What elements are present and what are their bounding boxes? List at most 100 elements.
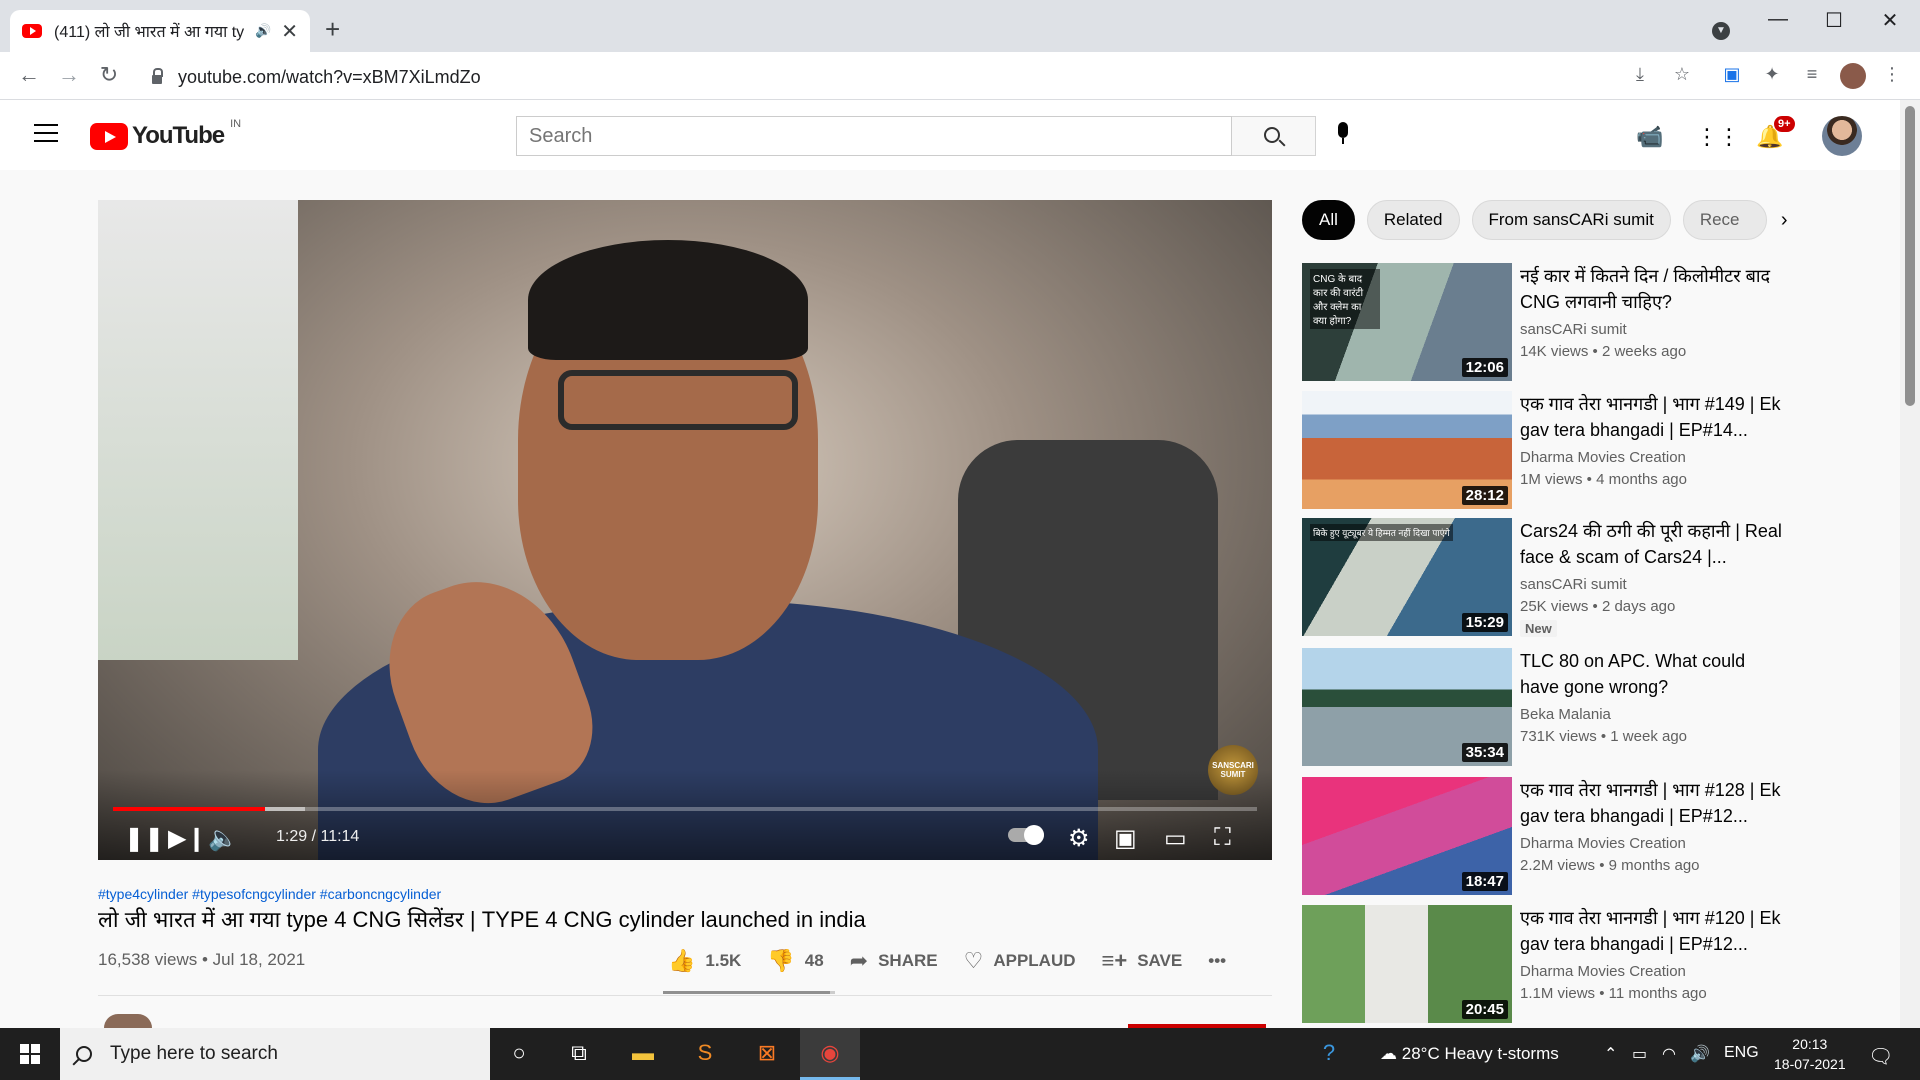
page-scrollbar[interactable]: [1900, 100, 1920, 1028]
install-app-icon[interactable]: ⤓: [1628, 64, 1652, 88]
apps-grid-icon[interactable]: ⋮⋮: [1696, 124, 1740, 150]
recommendation-item[interactable]: बिके हुए यूट्यूबर ये हिम्मत नहीं दिखा पा…: [1302, 518, 1782, 637]
theater-mode-icon[interactable]: ▭: [1164, 824, 1187, 853]
menu-hamburger-icon[interactable]: [34, 124, 58, 142]
applaud-button[interactable]: ♡ APPLAUD: [964, 948, 1076, 974]
video-thumbnail[interactable]: बिके हुए यूट्यूबर ये हिम्मत नहीं दिखा पा…: [1302, 518, 1512, 636]
taskbar-search-input[interactable]: Type here to search: [60, 1028, 490, 1080]
browser-tab-youtube[interactable]: (411) लो जी भारत में आ गया ty 🔊 ✕: [10, 10, 310, 52]
tab-audio-icon[interactable]: 🔊: [255, 23, 271, 39]
volume-icon[interactable]: 🔈: [208, 824, 238, 853]
channel-avatar[interactable]: [104, 1014, 152, 1028]
fullscreen-icon[interactable]: ⛶: [1214, 824, 1231, 852]
speaker-icon[interactable]: 🔊: [1690, 1044, 1710, 1064]
taskbar-clock[interactable]: 20:13 18-07-2021: [1774, 1034, 1846, 1074]
video-thumbnail[interactable]: 35:34: [1302, 648, 1512, 766]
bookmark-star-icon[interactable]: ☆: [1670, 64, 1694, 88]
like-button[interactable]: 👍 1.5K: [668, 948, 741, 974]
forward-icon[interactable]: →: [54, 62, 84, 88]
task-view-icon[interactable]: ⧉: [564, 1040, 594, 1068]
weather-widget[interactable]: ☁ 28°C Heavy t-storms: [1380, 1044, 1559, 1064]
back-icon[interactable]: ←: [14, 62, 44, 88]
language-indicator[interactable]: ENG: [1724, 1044, 1759, 1062]
recommendation-item[interactable]: 28:12 एक गाव तेरा भानगडी | भाग #149 | Ek…: [1302, 391, 1782, 509]
more-icon: •••: [1208, 951, 1227, 970]
recommendation-title[interactable]: नई कार में कितने दिन / किलोमीटर बाद CNG …: [1520, 263, 1782, 315]
help-icon[interactable]: ?: [1314, 1040, 1344, 1068]
sublime-text-icon[interactable]: S: [690, 1040, 720, 1068]
new-tab-button[interactable]: +: [325, 14, 340, 45]
file-explorer-icon[interactable]: ▬: [628, 1040, 658, 1068]
video-hashtags[interactable]: #type4cylinder #typesofcngcylinder #carb…: [98, 886, 441, 902]
chip-from-channel[interactable]: From sansCARi sumit: [1471, 200, 1671, 240]
chip-related[interactable]: Related: [1366, 200, 1460, 240]
recommendation-channel[interactable]: Beka Malania: [1520, 706, 1611, 723]
recommendation-channel[interactable]: Dharma Movies Creation: [1520, 449, 1686, 466]
search-icon: [76, 1046, 92, 1062]
recommendation-title[interactable]: एक गाव तेरा भानगडी | भाग #128 | Ek gav t…: [1520, 777, 1782, 829]
scrollbar-thumb[interactable]: [1905, 106, 1915, 406]
recommendation-item[interactable]: 20:45 एक गाव तेरा भानगडी | भाग #120 | Ek…: [1302, 905, 1782, 1023]
dislike-button[interactable]: 👎 48: [767, 948, 823, 974]
search-input[interactable]: Search: [516, 116, 1232, 156]
network-icon[interactable]: ◠: [1662, 1044, 1676, 1064]
video-duration: 15:29: [1461, 613, 1508, 632]
save-button[interactable]: ≡+ SAVE: [1102, 948, 1183, 974]
settings-gear-icon[interactable]: ⚙: [1068, 824, 1090, 853]
notification-center-icon[interactable]: 🗨: [1868, 1044, 1893, 1069]
profile-avatar[interactable]: [1840, 63, 1866, 89]
cortana-icon[interactable]: ○: [504, 1040, 534, 1068]
recommendation-item[interactable]: 35:34 TLC 80 on APC. What could have gon…: [1302, 648, 1782, 766]
account-avatar[interactable]: [1822, 116, 1862, 156]
chip-recent[interactable]: Rece: [1682, 200, 1767, 240]
create-video-icon[interactable]: 📹: [1636, 124, 1663, 150]
extension-icon[interactable]: ▣: [1720, 64, 1744, 88]
battery-icon[interactable]: ▭: [1632, 1044, 1647, 1064]
extensions-puzzle-icon[interactable]: ✦: [1760, 64, 1784, 88]
video-thumbnail[interactable]: 20:45: [1302, 905, 1512, 1023]
maximize-button[interactable]: ☐: [1814, 8, 1854, 33]
close-window-button[interactable]: ✕: [1870, 8, 1910, 33]
video-player[interactable]: SANSCARI SUMIT ❚❚ ▶❙ 🔈 1:29 / 11:14 ⚙ ▣ …: [98, 200, 1272, 860]
windows-start-icon[interactable]: [20, 1044, 40, 1064]
tab-close-icon[interactable]: ✕: [281, 19, 298, 44]
video-title: लो जी भारत में आ गया type 4 CNG सिलेंडर …: [98, 907, 866, 932]
recommendation-channel[interactable]: Dharma Movies Creation: [1520, 835, 1686, 852]
recommendation-title[interactable]: एक गाव तेरा भानगडी | भाग #149 | Ek gav t…: [1520, 391, 1782, 443]
chip-all[interactable]: All: [1302, 200, 1355, 240]
voice-search-icon[interactable]: [1336, 122, 1350, 148]
recommendation-channel[interactable]: Dharma Movies Creation: [1520, 963, 1686, 980]
miniplayer-icon[interactable]: ▣: [1114, 824, 1137, 853]
recommendation-item[interactable]: CNG के बाद कार की वारंटी और क्लेम का क्य…: [1302, 263, 1782, 381]
recommendation-title[interactable]: Cars24 की ठगी की पूरी कहानी | Real face …: [1520, 518, 1782, 570]
sentiment-bar: [663, 991, 835, 994]
xampp-icon[interactable]: ⊠: [752, 1040, 782, 1068]
autoplay-toggle[interactable]: [1008, 825, 1044, 845]
search-button[interactable]: [1232, 116, 1316, 156]
share-button[interactable]: ➦ SHARE: [850, 948, 938, 974]
recommendation-channel[interactable]: sansCARi sumit: [1520, 321, 1627, 338]
video-thumbnail[interactable]: CNG के बाद कार की वारंटी और क्लेम का क्य…: [1302, 263, 1512, 381]
tray-chevron-up-icon[interactable]: ⌃: [1604, 1044, 1617, 1064]
recommendation-title[interactable]: TLC 80 on APC. What could have gone wron…: [1520, 648, 1782, 700]
recommendation-channel[interactable]: sansCARi sumit: [1520, 576, 1627, 593]
minimize-button[interactable]: —: [1758, 8, 1798, 31]
recommendation-item[interactable]: 18:47 एक गाव तेरा भानगडी | भाग #128 | Ek…: [1302, 777, 1782, 895]
video-thumbnail[interactable]: 18:47: [1302, 777, 1512, 895]
media-control-icon[interactable]: ≡: [1800, 64, 1824, 88]
reload-icon[interactable]: ↻: [94, 62, 124, 88]
more-actions-button[interactable]: •••: [1208, 951, 1226, 971]
weather-cloud-icon: ☁: [1380, 1044, 1402, 1063]
browser-menu-icon[interactable]: ⋮: [1880, 64, 1904, 88]
recommendation-title[interactable]: एक गाव तेरा भानगडी | भाग #120 | Ek gav t…: [1520, 905, 1782, 957]
progress-bar[interactable]: [113, 807, 1257, 811]
address-bar[interactable]: youtube.com/watch?v=xBM7XiLmdZo: [140, 60, 1680, 94]
video-thumbnail[interactable]: 28:12: [1302, 391, 1512, 509]
video-views-date: 16,538 views • Jul 18, 2021: [98, 950, 306, 969]
tab-search-icon[interactable]: ▼: [1712, 22, 1730, 40]
chrome-taskbar-button[interactable]: ◉: [800, 1028, 860, 1080]
pause-icon[interactable]: ❚❚: [124, 824, 164, 853]
youtube-logo[interactable]: YouTube IN: [90, 118, 241, 150]
next-video-icon[interactable]: ▶❙: [168, 824, 207, 853]
chevron-right-icon[interactable]: ›: [1781, 209, 1788, 232]
